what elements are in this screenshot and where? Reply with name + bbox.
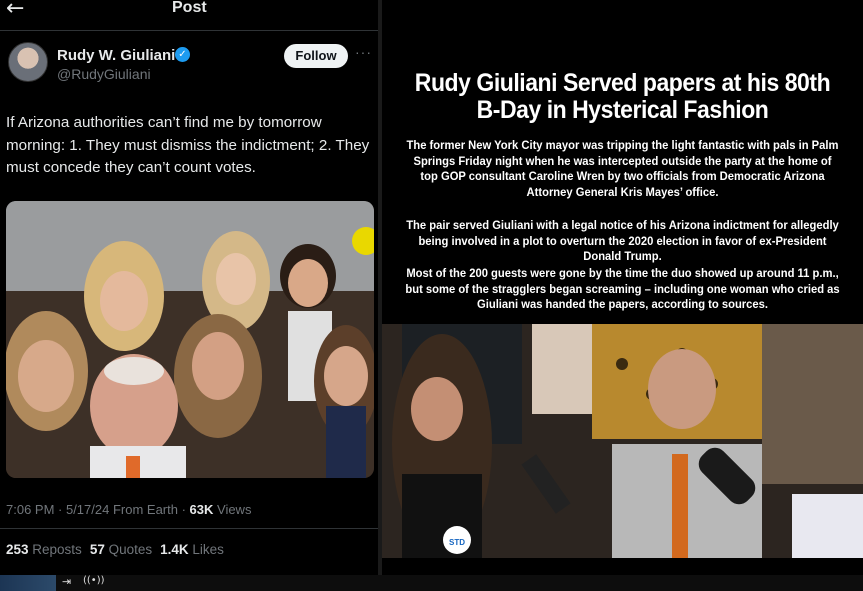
party-scene-image	[382, 324, 863, 558]
article-headline: Rudy Giuliani Served papers at his 80th …	[414, 69, 831, 124]
post-photo[interactable]	[6, 201, 374, 478]
quotes-stat[interactable]: 57 Quotes	[90, 542, 152, 557]
selfie-image	[6, 201, 374, 478]
views-count: 63K	[189, 502, 214, 517]
post-stats: 253 Reposts 57 Quotes 1.4K Likes	[6, 542, 224, 557]
article-paragraph: Most of the 200 guests were gone by the …	[405, 266, 840, 312]
reposts-count: 253	[6, 542, 29, 557]
verified-badge-icon: ✓	[175, 47, 190, 62]
article-paragraph: The former New York City mayor was tripp…	[406, 138, 839, 199]
post-text: If Arizona authorities can’t find me by …	[6, 114, 370, 176]
x-post-panel: ← Post Rudy W. Giuliani ✓ @RudyGiuliani …	[0, 0, 378, 575]
arrow-left-icon[interactable]: ←	[6, 0, 24, 21]
page-title: Post	[172, 0, 207, 16]
bottom-toolbar	[0, 575, 863, 591]
views-label: Views	[213, 502, 252, 517]
broadcast-icon[interactable]: ((•))	[83, 575, 105, 586]
reposts-label: Reposts	[28, 542, 82, 557]
article-paragraph: The pair served Giuliani with a legal no…	[406, 218, 839, 264]
quotes-count: 57	[89, 542, 105, 557]
news-panel: Rudy Giuliani Served papers at his 80th …	[382, 0, 863, 575]
likes-label: Likes	[188, 542, 224, 557]
avatar[interactable]	[8, 42, 48, 82]
divider	[0, 528, 378, 529]
quotes-label: Quotes	[104, 542, 153, 557]
divider	[0, 30, 378, 31]
author-name[interactable]: Rudy W. Giuliani	[57, 47, 175, 64]
follow-button[interactable]: Follow	[284, 44, 348, 68]
skip-forward-icon[interactable]: ⇥	[62, 575, 71, 588]
post-meta: 7:06 PM · 5/17/24 From Earth · 63K Views	[6, 502, 251, 517]
reposts-stat[interactable]: 253 Reposts	[6, 542, 82, 557]
post-header: ← Post	[0, 0, 378, 22]
std-logo: STD	[443, 526, 471, 554]
likes-stat[interactable]: 1.4K Likes	[160, 542, 224, 557]
likes-count: 1.4K	[160, 542, 189, 557]
thumbnail[interactable]	[0, 575, 56, 591]
author-handle[interactable]: @RudyGiuliani	[57, 66, 151, 82]
post-timestamp[interactable]: 7:06 PM · 5/17/24 From Earth ·	[6, 502, 190, 517]
video-frame[interactable]	[382, 324, 863, 558]
more-dots-icon[interactable]: ···	[355, 44, 372, 60]
